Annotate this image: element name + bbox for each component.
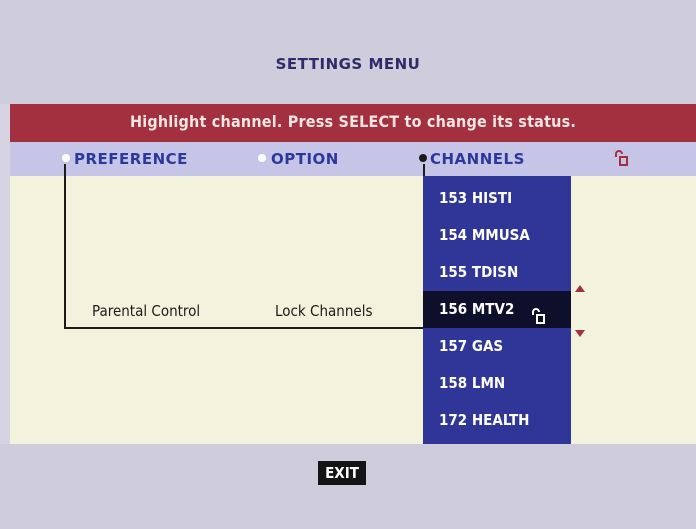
exit-button[interactable]: EXIT — [318, 461, 366, 485]
channel-label: 156 MTV2 — [439, 300, 515, 318]
channel-item[interactable]: 158 LMN — [423, 365, 571, 402]
header-band — [0, 0, 696, 104]
page-title: SETTINGS MENU — [275, 55, 421, 73]
tab-preference[interactable]: PREFERENCE — [74, 150, 188, 168]
tab-option[interactable]: OPTION — [271, 150, 339, 168]
channel-item[interactable]: 153 HISTI — [423, 180, 571, 217]
channel-item[interactable]: 157 GAS — [423, 328, 571, 365]
tab-bar: PREFERENCE OPTION CHANNELS — [10, 142, 696, 176]
arrow-down-icon[interactable] — [575, 330, 585, 337]
tab-channels[interactable]: CHANNELS — [430, 150, 525, 168]
channel-item[interactable]: 172 HEALTH — [423, 402, 571, 439]
channel-list: 153 HISTI 154 MMUSA 155 TDISN 156 MTV2 1… — [423, 176, 571, 444]
channel-item[interactable]: 155 TDISN — [423, 254, 571, 291]
parental-control-label: Parental Control — [92, 302, 201, 320]
lock-icon — [614, 150, 628, 170]
channel-item[interactable]: 154 MMUSA — [423, 217, 571, 254]
channel-item-selected[interactable]: 156 MTV2 — [423, 291, 571, 328]
tree-connector-horizontal — [64, 327, 426, 329]
lock-channels-label: Lock Channels — [275, 302, 373, 320]
tab-dot-channels — [419, 154, 427, 162]
tab-dot-preference — [62, 154, 70, 162]
arrow-up-icon[interactable] — [575, 285, 585, 292]
tab-dot-option — [258, 154, 266, 162]
footer-band — [0, 444, 696, 529]
instruction-banner: Highlight channel. Press SELECT to chang… — [10, 104, 696, 142]
tree-connector-vertical — [64, 164, 66, 329]
